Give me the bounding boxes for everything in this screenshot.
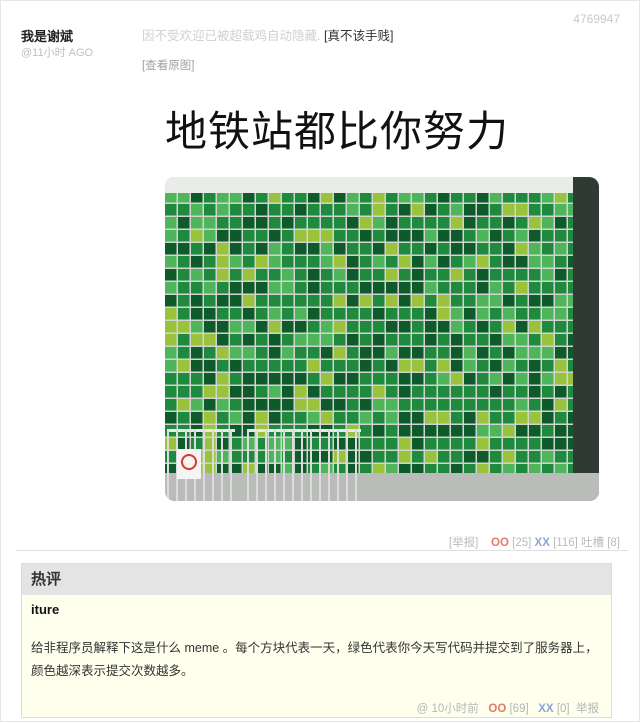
post-actions: [举报] OO [25] XX [116] 吐槽 [8] [449,534,620,550]
xx-count: [116] [553,537,578,549]
xx-vote-button[interactable]: XX [535,537,550,549]
hot-comment-header: 热评 [22,564,611,595]
tile-wall-image [165,177,599,501]
post-id[interactable]: 4769947 [573,12,620,26]
meme-caption: 地铁站都比你努力 [165,107,510,156]
view-original-link[interactable]: [查看原图] [142,57,194,73]
hot-xx-count: [0] [556,703,570,715]
hidden-notice: 因不受欢迎已被超载鸡自动隐藏. [真不该手贱] [142,25,393,44]
hot-oo-vote-button[interactable]: OO [488,703,506,715]
hot-comment-box: 热评 iture 给非程序员解释下这是什么 meme 。每个方块代表一天，绿色代… [21,563,612,718]
hot-oo-count: [69] [509,703,529,715]
post-time: @11小时 AGO [21,47,94,59]
hot-xx-vote-button[interactable]: XX [538,703,553,715]
hot-comment-time: @ 10小时前 [416,703,479,715]
comments-link[interactable]: 吐槽 [8] [581,537,620,549]
oo-vote-button[interactable]: OO [491,537,509,549]
hot-comment-meta: @ 10小时前 OO [69] XX [0] 举报 [417,700,599,716]
author-name[interactable]: 我是谢斌 [21,26,73,45]
hot-comment-user[interactable]: iture [31,602,59,617]
hot-report-button[interactable]: 举报 [576,703,599,715]
oo-count: [25] [512,537,532,549]
show-anyway-link[interactable]: [真不该手贱] [324,29,393,43]
hot-comment-text: 给非程序员解释下这是什么 meme 。每个方块代表一天，绿色代表你今天写代码并提… [31,641,598,678]
meme-image[interactable] [165,177,599,501]
hidden-notice-text: 因不受欢迎已被超载鸡自动隐藏. [142,29,321,43]
report-button[interactable]: [举报] [449,537,478,549]
divider [16,550,628,551]
